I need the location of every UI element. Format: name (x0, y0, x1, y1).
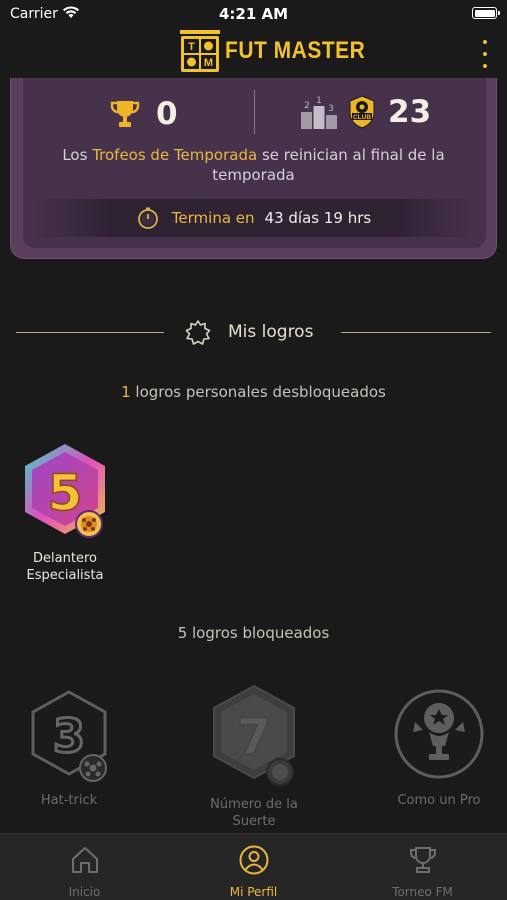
timer-value: 43 días 19 hrs (264, 209, 372, 227)
svg-text:M: M (204, 57, 213, 69)
season-timer: Termina en 43 días 19 hrs (32, 199, 475, 237)
more-options-icon[interactable] (477, 40, 493, 68)
section-title: Mis logros (228, 322, 314, 342)
status-bar: Carrier 4:21 AM (0, 0, 507, 28)
club-position: 23 (388, 94, 432, 130)
achievement-name: Delantero Especialista (26, 551, 104, 583)
home-icon (71, 847, 98, 873)
achievement-numero-de-la-suerte[interactable]: 7 Número de la Suerte (192, 684, 316, 830)
trophy-icon (409, 847, 436, 873)
svg-text:CLUB: CLUB (353, 114, 371, 121)
locked-count-text: 5 logros bloqueados (177, 624, 330, 642)
stopwatch-icon (137, 207, 158, 229)
club-badge-icon: CLUB (349, 95, 375, 129)
timer-label: Termina en (171, 209, 255, 227)
trophy-icon (110, 101, 140, 127)
striker-achievement-icon: 5 (25, 444, 105, 538)
app-header: T M FUT MASTER (0, 28, 507, 78)
stats-divider (254, 90, 255, 134)
podium-icon: 2 1 3 (301, 96, 337, 129)
season-trophies: 0 (108, 96, 178, 132)
achievement-name: Hat-trick (40, 793, 98, 808)
season-trophies-link: Trofeos de Temporada (92, 146, 258, 164)
svg-text:3: 3 (53, 709, 85, 763)
app-title: FUT MASTER (225, 37, 366, 64)
svg-text:T: T (188, 41, 195, 53)
app-logo: T M FUT MASTER (180, 28, 365, 74)
achievement-name: Número de la Suerte (210, 797, 298, 829)
clock: 4:21 AM (218, 5, 289, 23)
pro-trophy-icon (394, 689, 484, 779)
achievement-como-un-pro[interactable]: Como un Pro (382, 688, 496, 809)
svg-text:3: 3 (328, 104, 334, 114)
svg-text:1: 1 (316, 96, 322, 106)
tab-torneo-fm[interactable]: Torneo FM (338, 834, 507, 900)
season-reset-message: Los Trofeos de Temporada se reinician al… (62, 146, 445, 184)
lucky-number-icon: 7 (213, 684, 295, 786)
battery-icon (472, 7, 500, 19)
club-ranking: 2 1 3 CLUB 23 (300, 94, 431, 130)
tab-inicio[interactable]: Inicio (0, 834, 169, 900)
svg-text:2: 2 (304, 101, 310, 111)
achievement-delantero-especialista[interactable]: 5 Delantero Especialista (10, 442, 120, 584)
bottom-tab-bar: Inicio Mi Perfil Torneo FM (0, 833, 507, 900)
achievement-name: Como un Pro (397, 793, 481, 808)
tab-mi-perfil[interactable]: Mi Perfil (169, 834, 338, 900)
svg-text:7: 7 (237, 708, 272, 766)
achievements-header: Mis logros (0, 316, 507, 350)
fut-master-logo-icon: T M (180, 30, 220, 72)
hat-trick-icon: 3 (31, 690, 107, 782)
svg-text:5: 5 (48, 464, 83, 522)
star-badge-icon (185, 320, 211, 345)
unlocked-count-text: 1 logros personales desbloqueados (121, 383, 386, 401)
trophy-count: 0 (156, 96, 178, 132)
achievement-hat-trick[interactable]: 3 Hat-trick (14, 688, 124, 809)
profile-icon (239, 845, 268, 875)
